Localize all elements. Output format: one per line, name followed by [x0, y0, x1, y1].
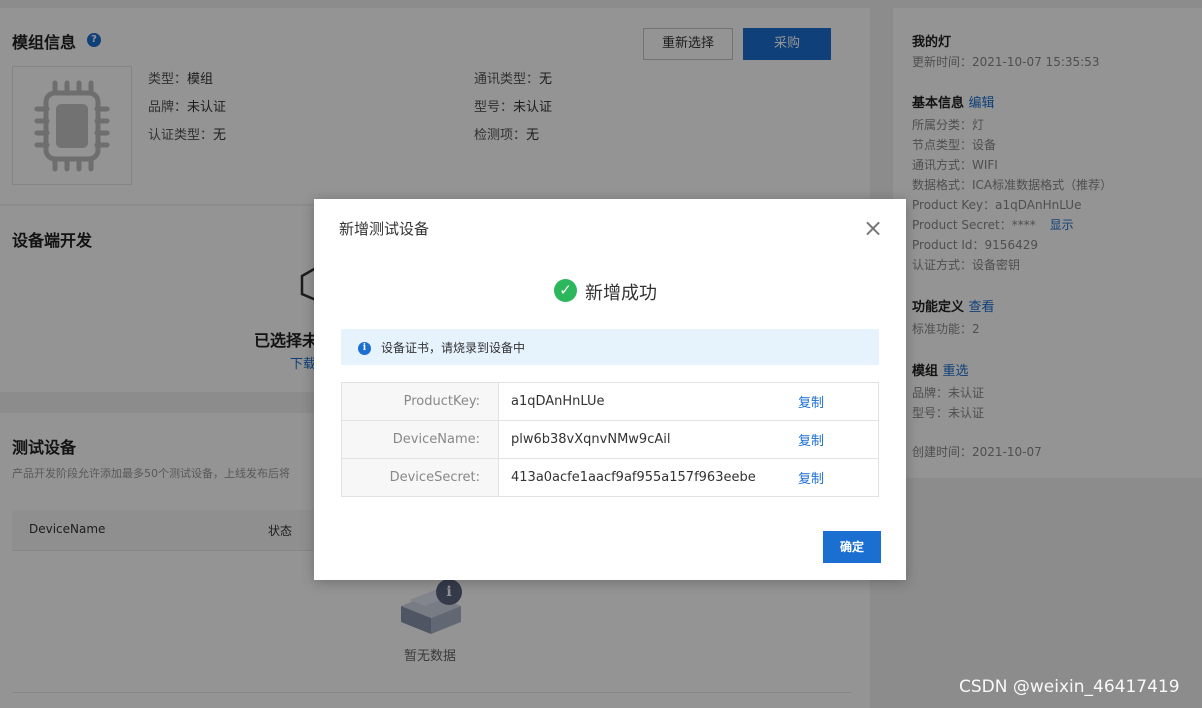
table-row: DeviceName: plw6b38vXqnvNMw9cAil 复制 — [341, 420, 879, 459]
product-key-label: ProductKey: — [341, 382, 499, 421]
copy-device-secret-button[interactable]: 复制 — [798, 458, 879, 497]
watermark: CSDN @weixin_46417419 — [959, 677, 1180, 697]
confirm-button[interactable]: 确定 — [823, 531, 881, 563]
device-name-value: plw6b38vXqnvNMw9cAil — [498, 420, 798, 459]
product-key-value: a1qDAnHnLUe — [498, 382, 798, 421]
copy-device-name-button[interactable]: 复制 — [798, 420, 879, 459]
device-name-label: DeviceName: — [341, 420, 499, 459]
success-text: 新增成功 — [585, 283, 657, 304]
device-secret-value: 413a0acfe1aacf9af955a157f963eebe — [498, 458, 798, 497]
close-icon[interactable]: × — [863, 216, 883, 240]
credentials-table: ProductKey: a1qDAnHnLUe 复制 DeviceName: p… — [341, 382, 879, 497]
table-row: DeviceSecret: 413a0acfe1aacf9af955a157f9… — [341, 458, 879, 497]
success-check-icon: ✓ — [554, 279, 577, 302]
modal-title: 新增测试设备 — [339, 220, 430, 238]
device-secret-label: DeviceSecret: — [341, 458, 499, 497]
table-row: ProductKey: a1qDAnHnLUe 复制 — [341, 382, 879, 421]
copy-product-key-button[interactable]: 复制 — [798, 382, 879, 421]
info-text: 设备证书，请烧录到设备中 — [381, 341, 526, 355]
info-icon: i — [358, 342, 371, 355]
